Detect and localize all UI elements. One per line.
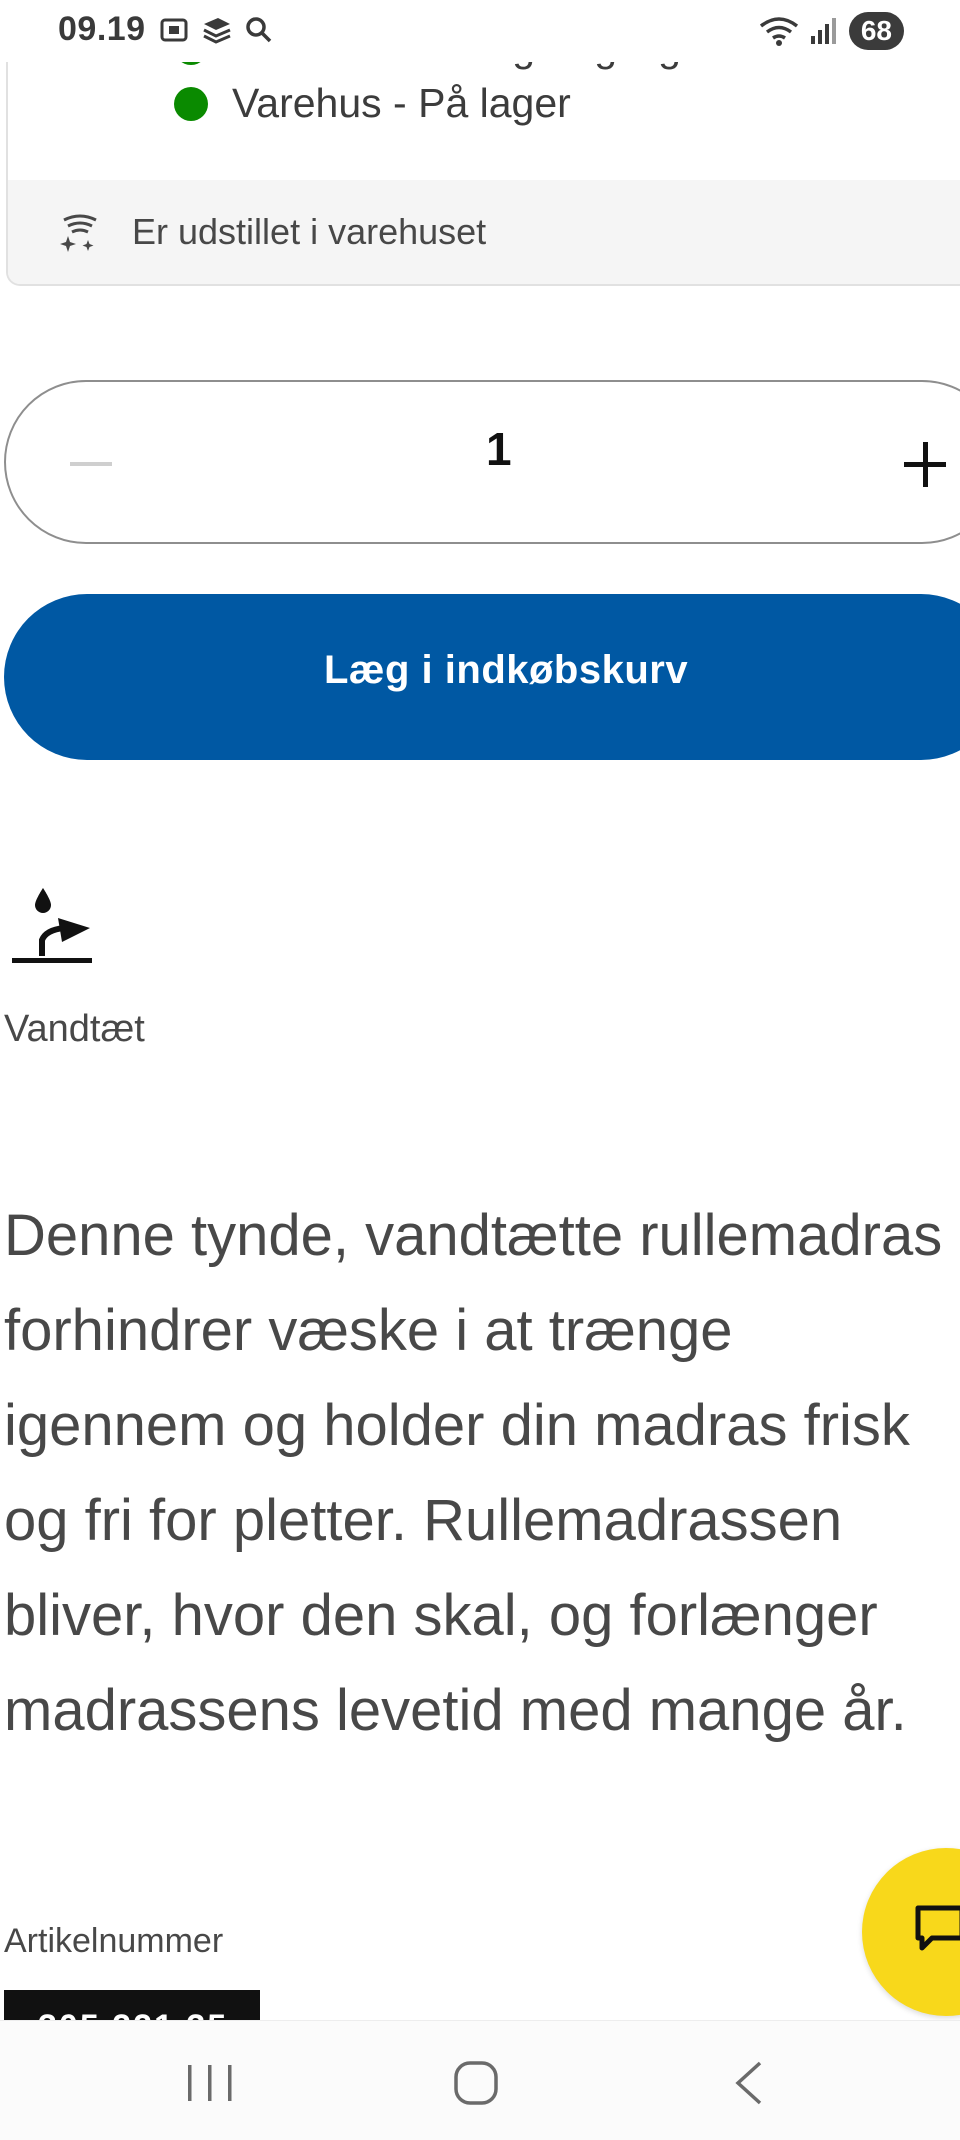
stock-row-store: Varehus - På lager bbox=[174, 80, 571, 127]
battery-indicator: 68 bbox=[848, 12, 904, 50]
recents-icon[interactable] bbox=[180, 2061, 240, 2105]
quantity-value[interactable]: 1 bbox=[486, 422, 512, 476]
increase-quantity-button[interactable] bbox=[900, 422, 950, 506]
stock-status-dot bbox=[174, 86, 208, 121]
system-navigation-bar bbox=[0, 2020, 960, 2140]
feature-label: Vandtæt bbox=[4, 1008, 145, 1050]
in-store-display-text: Er udstillet i varehuset bbox=[132, 211, 487, 252]
status-notification-icons bbox=[158, 14, 274, 46]
status-bar: 09.19 68 bbox=[0, 0, 960, 62]
wifi-icon bbox=[759, 17, 798, 46]
quantity-stepper: 1 bbox=[4, 380, 960, 544]
product-description: Denne tynde, vandtætte rullemadras forhi… bbox=[4, 1203, 943, 1743]
home-icon[interactable] bbox=[446, 2061, 506, 2105]
in-store-display-strip: Er udstillet i varehuset bbox=[8, 180, 960, 284]
back-icon[interactable] bbox=[718, 2061, 778, 2105]
status-time: 09.19 bbox=[58, 10, 146, 48]
article-number-label: Artikelnummer bbox=[4, 1922, 224, 1960]
signal-icon bbox=[810, 18, 836, 44]
app-notification-icon bbox=[203, 18, 231, 44]
decrease-quantity-button[interactable] bbox=[66, 442, 116, 486]
waterproof-icon bbox=[12, 888, 92, 963]
chat-icon bbox=[915, 1905, 960, 1951]
screenshot-icon bbox=[160, 18, 188, 42]
search-icon bbox=[246, 17, 272, 43]
stock-store-text: Varehus - På lager bbox=[232, 80, 571, 126]
add-to-cart-label: Læg i indkøbskurv bbox=[324, 648, 689, 692]
sparkle-display-icon bbox=[60, 214, 97, 252]
add-to-cart-button[interactable]: Læg i indkøbskurv bbox=[4, 594, 960, 760]
chat-button[interactable] bbox=[862, 1848, 960, 2016]
product-page: Klik & Hent - Tilgængelig Varehus - På l… bbox=[0, 0, 960, 2140]
status-system-icons: 68 bbox=[759, 12, 904, 50]
